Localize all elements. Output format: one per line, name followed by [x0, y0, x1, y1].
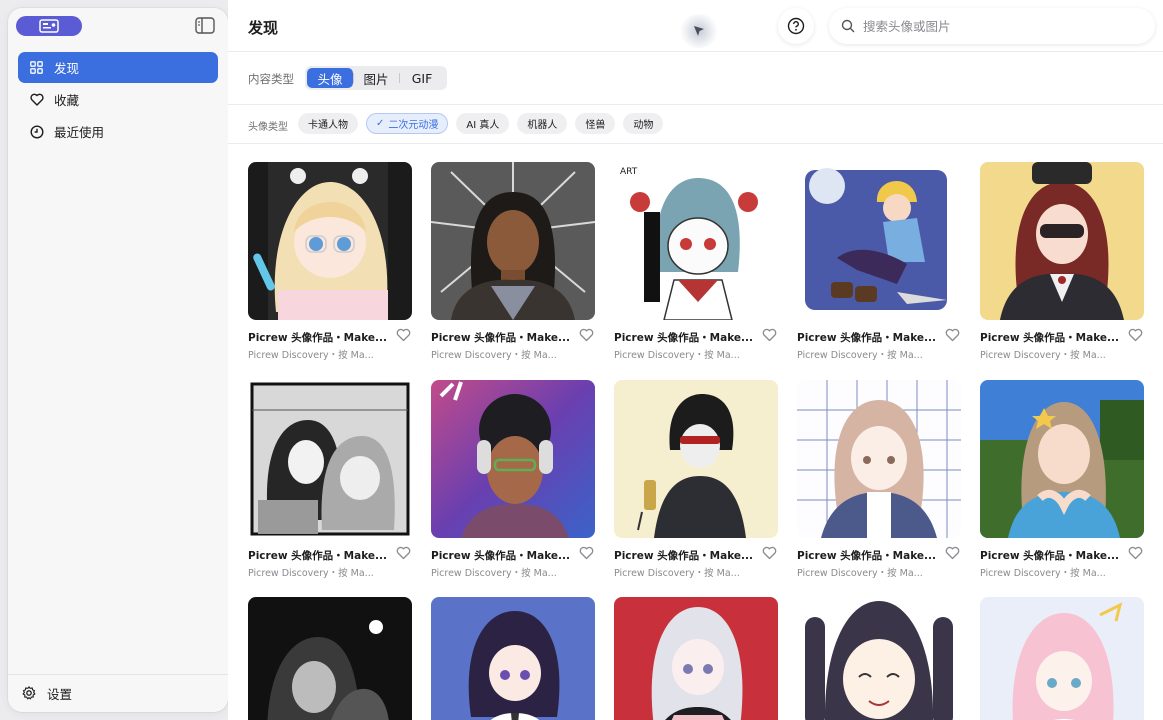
card-title: Picrew 头像作品・Make...: [797, 332, 936, 344]
avatar-type-label: 头像类型: [248, 122, 288, 133]
segment-avatar[interactable]: 头像: [307, 68, 353, 88]
card-subtitle: Picrew Discovery・按 Ma...: [797, 350, 923, 361]
avatar-thumbnail[interactable]: [431, 380, 595, 538]
page-title: 发现: [248, 19, 279, 37]
sidebar-item-recent[interactable]: 最近使用: [18, 116, 218, 147]
sidebar-item-label: 发现: [54, 61, 80, 76]
avatar-thumbnail[interactable]: [431, 597, 595, 720]
card-subtitle: Picrew Discovery・按 Ma...: [431, 568, 557, 579]
avatar-thumbnail[interactable]: [980, 597, 1144, 720]
avatar-thumbnail[interactable]: [248, 597, 412, 720]
card-subtitle: Picrew Discovery・按 Ma...: [431, 350, 557, 361]
search-icon: [841, 19, 855, 33]
favorite-heart-icon[interactable]: [579, 328, 594, 342]
app-logo-badge[interactable]: [16, 16, 82, 36]
avatar-thumbnail[interactable]: [248, 162, 412, 320]
avatar-thumbnail[interactable]: [980, 380, 1144, 538]
avatar-thumbnail[interactable]: ART: [614, 162, 778, 320]
content-type-label: 内容类型: [248, 72, 294, 86]
checkmark-icon: ✓: [376, 118, 385, 129]
question-icon: [787, 17, 805, 35]
card-subtitle: Picrew Discovery・按 Ma...: [980, 568, 1106, 579]
segment-gif[interactable]: GIF: [399, 68, 445, 88]
avatar-thumbnail[interactable]: [797, 162, 961, 320]
chip-monster[interactable]: 怪兽: [575, 113, 616, 134]
card-title: Picrew 头像作品・Make...: [431, 550, 570, 562]
card-title: Picrew 头像作品・Make...: [797, 550, 936, 562]
card-title: Picrew 头像作品・Make...: [248, 550, 387, 562]
clock-icon: [29, 124, 44, 139]
card-subtitle: Picrew Discovery・按 Ma...: [248, 568, 374, 579]
favorite-heart-icon[interactable]: [396, 328, 411, 342]
avatar-thumbnail[interactable]: [797, 597, 961, 720]
avatar-thumbnail[interactable]: [614, 380, 778, 538]
chip-animal[interactable]: 动物: [623, 113, 664, 134]
grid-icon: [29, 60, 44, 75]
favorite-heart-icon[interactable]: [1128, 546, 1143, 560]
chip-robot[interactable]: 机器人: [517, 113, 568, 134]
settings-button[interactable]: 设置: [8, 674, 228, 712]
avatar-thumbnail[interactable]: [797, 380, 961, 538]
card-title: Picrew 头像作品・Make...: [614, 332, 753, 344]
sidebar-item-label: 最近使用: [54, 125, 105, 140]
card-title: Picrew 头像作品・Make...: [431, 332, 570, 344]
search-input[interactable]: [863, 18, 1133, 34]
favorite-heart-icon[interactable]: [1128, 328, 1143, 342]
chip-cartoon[interactable]: 卡通人物: [298, 113, 358, 134]
settings-label: 设置: [47, 687, 73, 702]
card-subtitle: Picrew Discovery・按 Ma...: [614, 350, 740, 361]
favorite-heart-icon[interactable]: [945, 328, 960, 342]
content-type-segmented-control: 头像 图片 GIF: [305, 66, 447, 90]
chip-anime[interactable]: ✓ 二次元动漫: [366, 113, 449, 134]
sidebar-item-label: 收藏: [54, 93, 80, 108]
card-subtitle: Picrew Discovery・按 Ma...: [797, 568, 923, 579]
card-title: Picrew 头像作品・Make...: [980, 332, 1119, 344]
sidebar-toggle-icon[interactable]: [195, 17, 215, 34]
card-subtitle: Picrew Discovery・按 Ma...: [980, 350, 1106, 361]
card-title: Picrew 头像作品・Make...: [614, 550, 753, 562]
favorite-heart-icon[interactable]: [396, 546, 411, 560]
chip-label: 二次元动漫: [388, 120, 439, 131]
main-content: 发现 内容类型 头像 图片 GIF 头像类型: [228, 0, 1163, 720]
sidebar-nav: 发现 收藏 最近使用: [18, 52, 218, 148]
sidebar-top-bar: [16, 16, 220, 36]
svg-text:ART: ART: [620, 167, 638, 177]
avatar-type-filter: 头像类型 卡通人物 ✓ 二次元动漫 AI 真人 机器人 怪兽 动物: [228, 106, 1163, 144]
favorite-heart-icon[interactable]: [945, 546, 960, 560]
favorite-heart-icon[interactable]: [762, 546, 777, 560]
card-subtitle: Picrew Discovery・按 Ma...: [614, 568, 740, 579]
avatar-thumbnail[interactable]: [980, 162, 1144, 320]
search-box: [829, 8, 1155, 44]
avatar-type-chips: 卡通人物 ✓ 二次元动漫 AI 真人 机器人 怪兽 动物: [298, 113, 664, 134]
segment-image[interactable]: 图片: [353, 68, 399, 88]
id-card-icon: [39, 19, 59, 33]
favorite-heart-icon[interactable]: [579, 546, 594, 560]
avatar-thumbnail[interactable]: [431, 162, 595, 320]
avatar-thumbnail[interactable]: [614, 597, 778, 720]
cursor-icon: [680, 14, 718, 48]
avatar-thumbnail[interactable]: [248, 380, 412, 538]
card-title: Picrew 头像作品・Make...: [248, 332, 387, 344]
sidebar: 发现 收藏 最近使用 设置: [8, 8, 228, 712]
favorite-heart-icon[interactable]: [762, 328, 777, 342]
help-button[interactable]: [778, 8, 814, 44]
card-title: Picrew 头像作品・Make...: [980, 550, 1119, 562]
chip-ai-real[interactable]: AI 真人: [456, 113, 510, 134]
sidebar-item-favorites[interactable]: 收藏: [18, 84, 218, 115]
heart-icon: [29, 92, 44, 107]
gear-icon: [22, 686, 37, 701]
sidebar-item-discover[interactable]: 发现: [18, 52, 218, 83]
content-type-filter: 内容类型 头像 图片 GIF: [228, 53, 1163, 105]
header: 发现: [228, 0, 1163, 52]
card-subtitle: Picrew Discovery・按 Ma...: [248, 350, 374, 361]
